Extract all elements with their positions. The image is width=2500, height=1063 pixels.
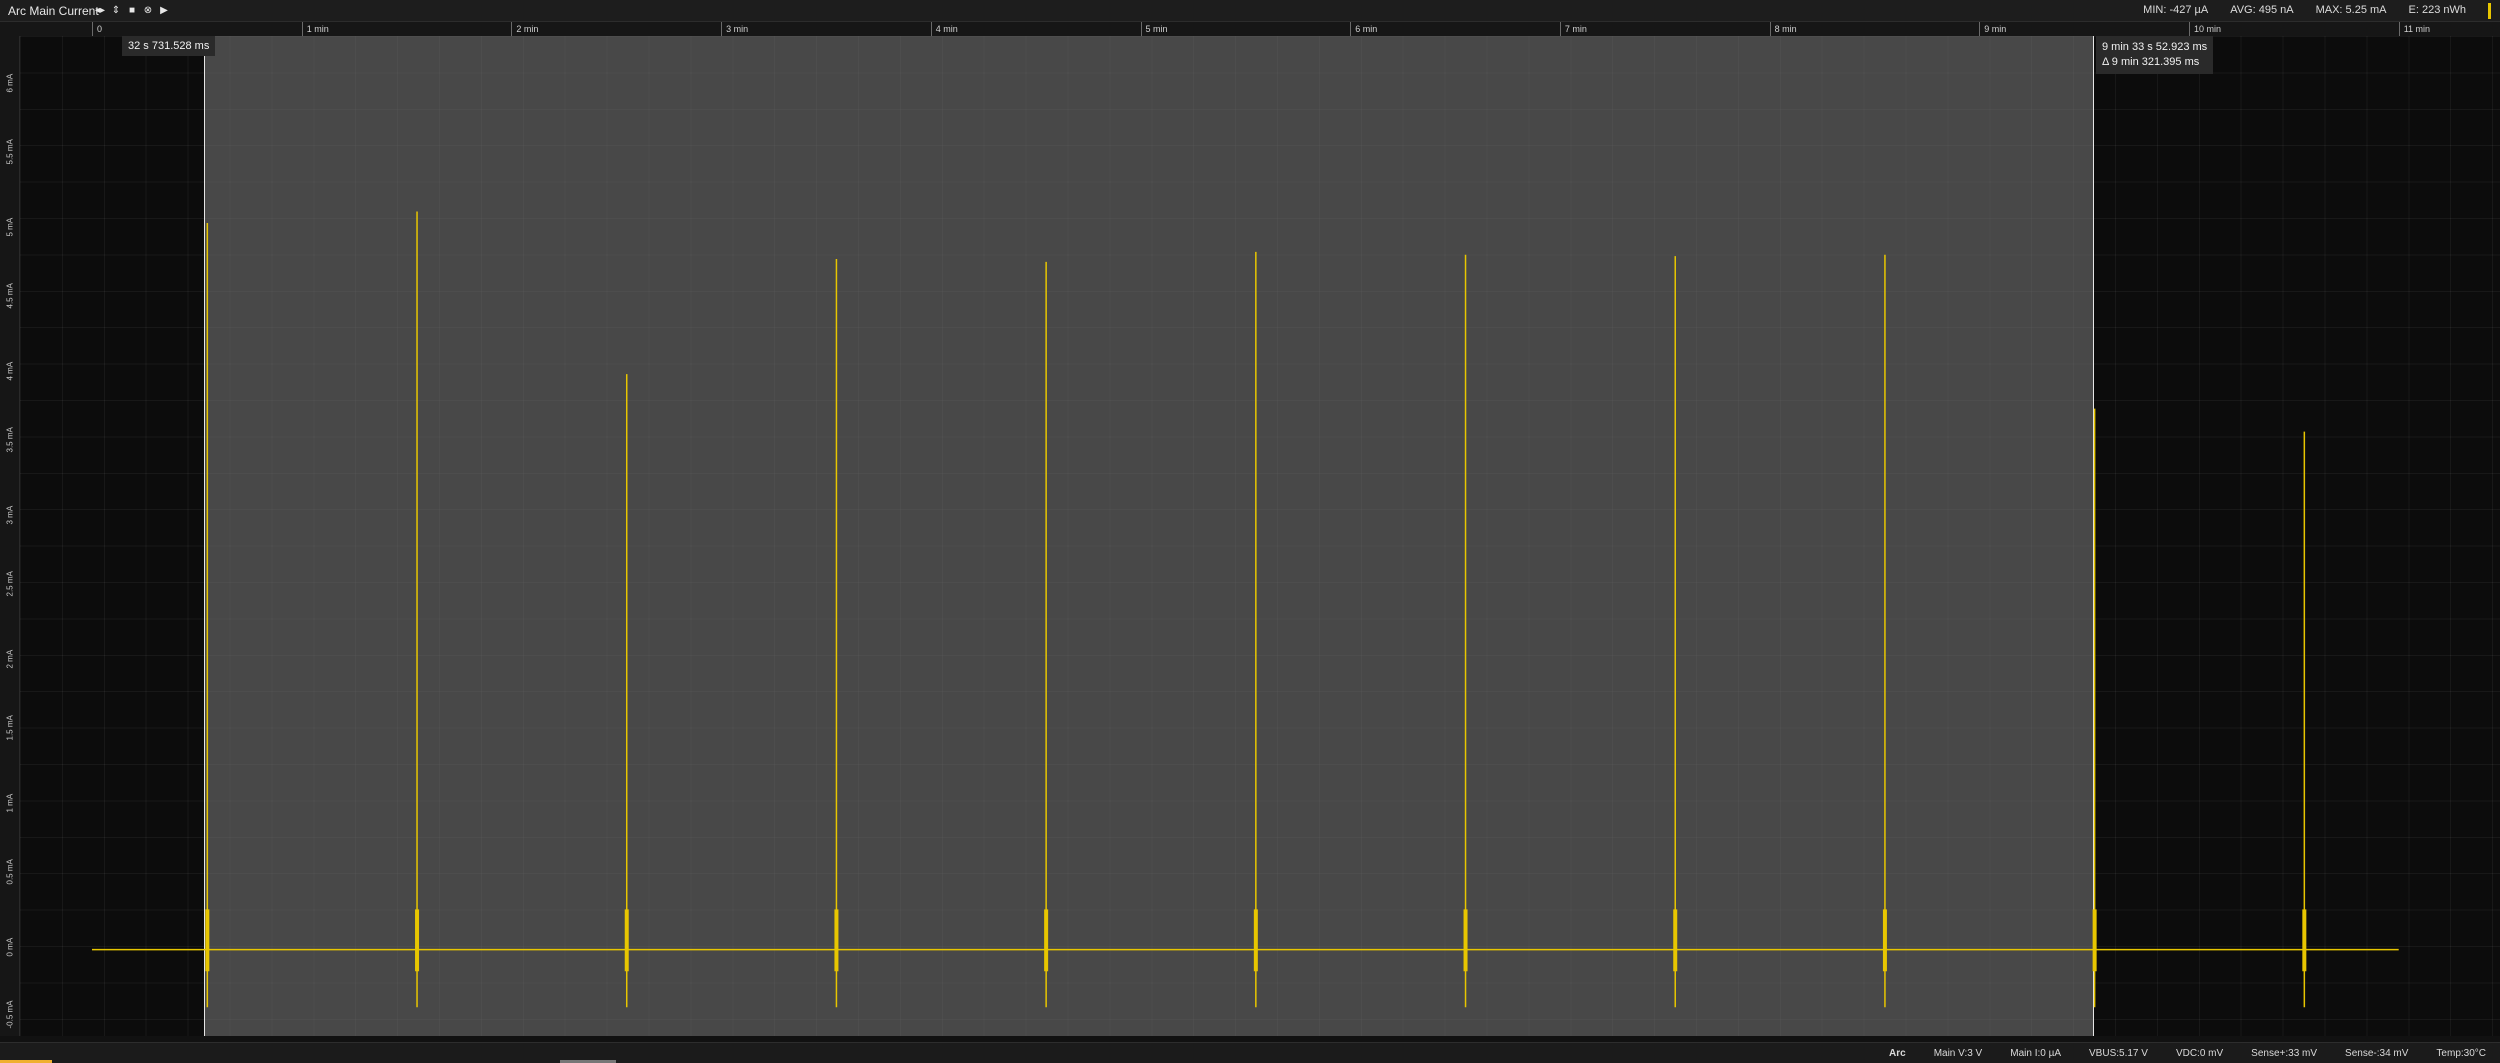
current-spike	[1044, 261, 1049, 1008]
channel-header: Arc Main Current ◂▸ ⇕ ■ ⊗ ▶ MIN: -427 µA…	[0, 0, 2500, 22]
y-tick-label: 5 mA	[5, 218, 15, 237]
right-cursor-delta: Δ 9 min 321.395 ms	[2102, 56, 2200, 68]
y-tick-label: 3 mA	[5, 505, 15, 525]
close-icon[interactable]: ⊗	[142, 5, 154, 17]
y-tick-label: 2 mA	[5, 649, 15, 669]
vertical-arrows-icon[interactable]: ⇕	[110, 5, 122, 17]
left-cursor-label: 32 s 731.528 ms	[122, 36, 216, 56]
time-tick-label: 3 min	[721, 22, 748, 36]
current-spike	[1673, 256, 1678, 1008]
current-spike	[834, 259, 839, 1008]
y-tick-label: 5.5 mA	[5, 139, 15, 165]
current-spike	[2302, 431, 2307, 1008]
y-tick-label: 0 mA	[5, 937, 15, 957]
right-cursor-time: 9 min 33 s 52.923 ms	[2102, 41, 2208, 53]
y-tick-label: -0.5 mA	[5, 1000, 15, 1029]
current-spike	[1253, 251, 1258, 1008]
stat-energy: E: 223 nWh	[2408, 4, 2466, 16]
current-spike	[205, 223, 210, 1008]
y-tick-label: 3.5 mA	[5, 427, 15, 453]
time-tick-label: 2 min	[511, 22, 538, 36]
time-tick-label: 0	[92, 22, 102, 36]
y-tick-label: 1 mA	[5, 793, 15, 813]
status-source: Arc	[1889, 1047, 1906, 1059]
scroll-arrows-icon[interactable]: ◂▸	[94, 5, 106, 17]
right-cursor-label: 9 min 33 s 52.923 ms Δ 9 min 321.395 ms	[2096, 36, 2214, 74]
current-spike	[415, 211, 420, 1008]
channel-toolbar: ◂▸ ⇕ ■ ⊗ ▶	[94, 4, 170, 18]
time-tick-label: 10 min	[2189, 22, 2221, 36]
current-spike	[1463, 254, 1468, 1008]
current-spike	[1882, 254, 1887, 1008]
time-tick-label: 4 min	[930, 22, 958, 36]
current-trace	[92, 211, 2399, 1008]
time-tick-label: 1 min	[301, 22, 329, 36]
y-tick-label: 1.5 mA	[5, 714, 15, 741]
selection-stats: MIN: -427 µA AVG: 495 nA MAX: 5.25 mA E:…	[2143, 4, 2466, 16]
time-tick-label: 11 min	[2398, 22, 2430, 36]
channel-title: Arc Main Current	[8, 4, 99, 18]
y-tick-label: 4 mA	[5, 361, 15, 381]
play-icon[interactable]: ▶	[158, 5, 170, 17]
status-sense-plus: Sense+:33 mV	[2251, 1047, 2318, 1059]
time-tick-label: 8 min	[1769, 22, 1797, 36]
stat-min: MIN: -427 µA	[2143, 4, 2209, 16]
status-vbus: VBUS:5.17 V	[2089, 1047, 2148, 1059]
time-tick-label: 5 min	[1140, 22, 1168, 36]
time-axis[interactable]: 0 1 min 2 min 3 min 4 min 5 min 6 min 7 min 8 mi…	[0, 22, 2500, 36]
status-main-i: Main I:0 µA	[2010, 1047, 2062, 1059]
y-tick-label: 0.5 mA	[5, 858, 15, 885]
time-tick-label: 6 min	[1350, 22, 1377, 36]
collapse-marker-icon[interactable]	[2488, 3, 2496, 19]
y-axis[interactable]: 6 mA 5.5 mA 5 mA 4.5 mA 4 mA 3.5 mA 3 mA 2.5 mA…	[0, 36, 20, 1036]
current-spike	[2092, 408, 2097, 1008]
stat-avg: AVG: 495 nA	[2230, 4, 2294, 16]
stop-icon[interactable]: ■	[126, 5, 138, 17]
status-sense-minus: Sense-:34 mV	[2345, 1047, 2409, 1059]
y-tick-label: 6 mA	[5, 74, 15, 93]
time-tick-label: 7 min	[1559, 22, 1587, 36]
time-tick-label: 9 min	[1979, 22, 2006, 36]
y-tick-label: 4.5 mA	[5, 283, 15, 309]
status-main-v: Main V:3 V	[1933, 1047, 1983, 1059]
status-vdc: VDC:0 mV	[2175, 1047, 2224, 1059]
plot-area[interactable]: 32 s 731.528 ms 9 min 33 s 52.923 ms Δ 9…	[20, 36, 2500, 1036]
y-tick-label: 2.5 mA	[5, 571, 15, 597]
status-temp: Temp:30°C	[2436, 1047, 2486, 1059]
status-bar: Arc Main V:3 V Main I:0 µA VBUS:5.17 V V…	[0, 1042, 2500, 1063]
stat-max: MAX: 5.25 mA	[2315, 4, 2387, 16]
current-spike	[624, 374, 629, 1008]
